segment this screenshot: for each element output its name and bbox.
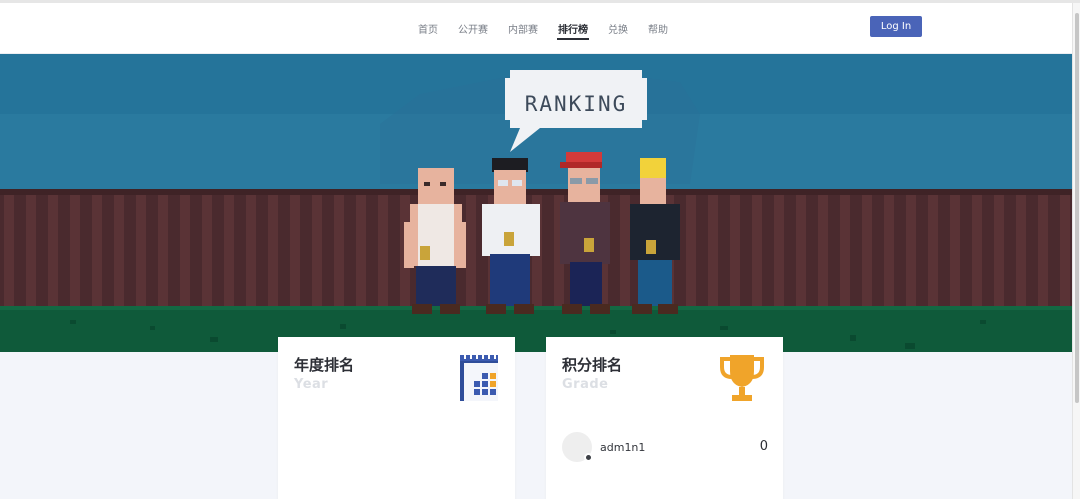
fence-post [136,192,146,308]
fence-post [312,192,322,308]
ranking-banner: RANKING [0,54,1072,352]
fence-post [202,192,212,308]
fence-post [818,192,828,308]
fence-post [906,192,916,308]
speech-bubble-text: RANKING [525,92,628,116]
user-score: 0 [759,439,768,454]
fence-post [290,192,300,308]
fence-post [378,192,388,308]
pixel-art-illustration: RANKING [0,54,1072,352]
fence-post [994,192,1004,308]
fence-post [774,192,784,308]
nav-item-ranking[interactable]: 排行榜 [557,17,589,40]
fence-post [686,192,696,308]
fence-post [840,192,850,308]
ranking-list-item[interactable]: adm1n1 0 [562,432,768,464]
fence-post [356,192,366,308]
scrollbar-thumb[interactable] [1075,13,1079,403]
fence-post [268,192,278,308]
fence-post [466,192,476,308]
fence-post [224,192,234,308]
nav-item-help[interactable]: 帮助 [648,17,668,40]
login-button[interactable]: Log In [870,16,922,37]
fence-post [1060,192,1070,308]
fence-post [48,192,58,308]
card-title: 积分排名 [562,356,623,374]
fence-post [26,192,36,308]
fence-post [928,192,938,308]
fence-post [180,192,190,308]
grade-ranking-card: 积分排名 Grade adm1n1 0 [546,337,783,499]
fence-post [70,192,80,308]
fence-post [972,192,982,308]
fence-post [4,192,14,308]
card-title: 年度排名 [294,356,355,374]
fence-post [708,192,718,308]
nav-item-exchange[interactable]: 兑换 [608,17,628,40]
fence-post [862,192,872,308]
nav-item-public-contest[interactable]: 公开赛 [458,17,488,40]
calendar-icon [460,353,498,401]
fence-post [1016,192,1026,308]
avatar-status-icon [584,453,593,462]
fence-post [950,192,960,308]
fence-post [114,192,124,308]
card-subtitle: Year [294,377,329,392]
nav-item-home[interactable]: 首页 [418,17,438,40]
fence-post [620,192,630,308]
fence-post [884,192,894,308]
year-ranking-card: 年度排名 Year [278,337,515,499]
fence-post [158,192,168,308]
fence-post [730,192,740,308]
nav-item-internal-contest[interactable]: 内部赛 [508,17,538,40]
user-name: adm1n1 [600,441,646,454]
main-nav: 首页 公开赛 内部赛 排行榜 兑换 帮助 [418,3,668,54]
fence-post [1038,192,1048,308]
fence-post [796,192,806,308]
top-navbar: 首页 公开赛 内部赛 排行榜 兑换 帮助 Log In [0,3,1072,54]
fence-post [752,192,762,308]
fence-post [334,192,344,308]
card-subtitle: Grade [562,377,609,392]
fence-post [92,192,102,308]
scrollbar[interactable] [1072,3,1080,499]
fence-post [246,192,256,308]
trophy-icon [720,355,764,401]
